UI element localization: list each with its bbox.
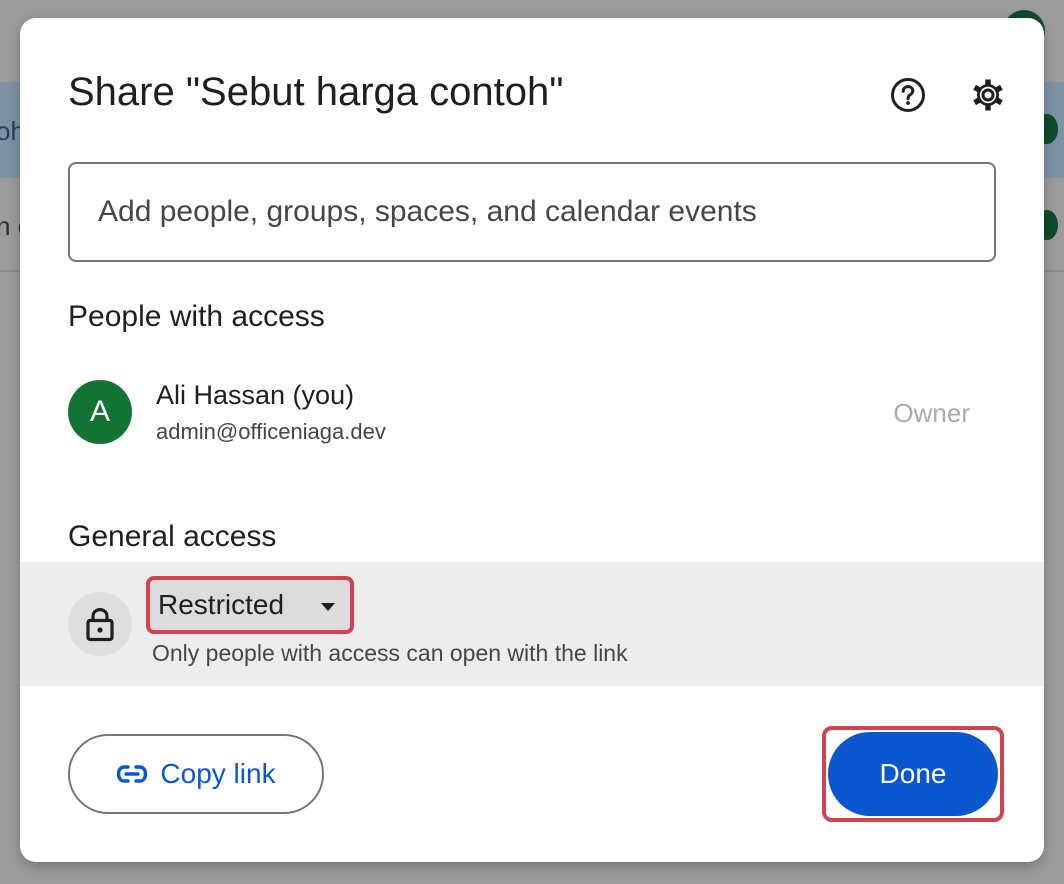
avatar: A [68,380,132,444]
settings-button[interactable] [966,73,1010,117]
lock-icon-container [68,592,132,656]
person-role: Owner [893,398,970,428]
copy-link-button[interactable]: Copy link [68,734,324,814]
done-label: Done [879,758,947,789]
access-description: Only people with access can open with th… [152,640,628,666]
link-icon [117,765,148,783]
done-button[interactable]: Done [828,732,998,816]
help-circle-icon [891,78,925,112]
dialog-title: Share "Sebut harga contoh" [68,70,564,114]
access-level-label: Restricted [158,589,285,620]
share-dialog: Share "Sebut harga contoh" People with a… [20,18,1044,862]
help-button[interactable] [886,73,930,117]
copy-link-label: Copy link [160,758,276,789]
add-people-input[interactable] [68,162,996,262]
gear-icon [973,79,1003,111]
caret-down-icon [321,603,335,611]
person-email: admin@officeniaga.dev [156,419,386,444]
person-name: Ali Hassan (you) [156,380,355,410]
people-with-access-heading: People with access [68,300,325,333]
access-level-dropdown[interactable]: Restricted [146,576,354,634]
general-access-heading: General access [68,520,277,553]
person-row: A Ali Hassan (you) admin@officeniaga.dev… [68,380,996,444]
general-access-row: Restricted Only people with access can o… [20,562,1044,686]
lock-icon [86,607,114,642]
